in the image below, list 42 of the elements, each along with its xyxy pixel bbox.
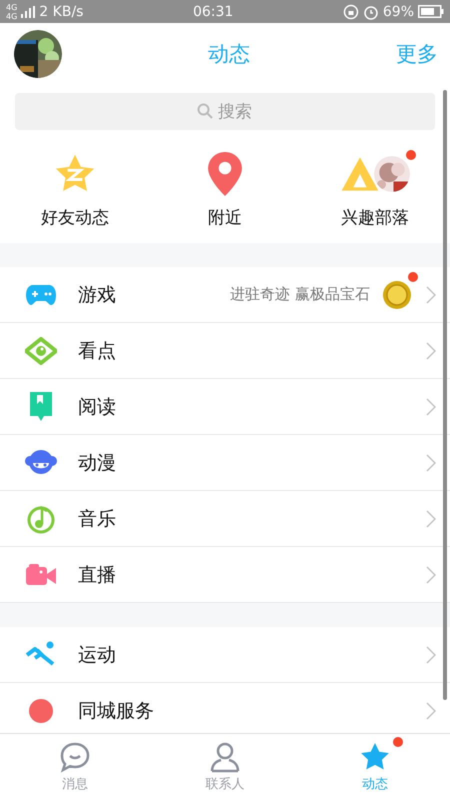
book-icon xyxy=(30,392,52,422)
row-label: 游戏 xyxy=(78,282,117,308)
eye-icon xyxy=(25,336,57,364)
search-field[interactable]: 搜索 xyxy=(15,93,435,130)
page-title: 动态 xyxy=(208,41,250,68)
speech-bubble-icon xyxy=(59,741,91,773)
music-note-icon xyxy=(26,504,56,534)
chevron-right-icon xyxy=(426,510,436,528)
rotation-lock-icon xyxy=(342,4,359,20)
chevron-right-icon xyxy=(426,566,436,584)
row-label: 阅读 xyxy=(78,394,117,420)
row-label: 看点 xyxy=(78,338,117,364)
alarm-icon xyxy=(362,4,379,20)
balloon-icon xyxy=(28,698,54,724)
location-pin-icon xyxy=(207,152,243,196)
row-label: 同城服务 xyxy=(78,698,155,724)
running-figure-icon xyxy=(25,640,57,668)
chevron-right-icon xyxy=(426,398,436,416)
gamepad-icon xyxy=(26,284,56,306)
clock: 06:31 xyxy=(192,4,234,20)
chevron-right-icon xyxy=(426,454,436,472)
shortcut-item[interactable]: 好友动态 xyxy=(0,148,150,243)
chevron-right-icon xyxy=(426,702,436,720)
row-label: 动漫 xyxy=(78,450,117,476)
chevron-right-icon xyxy=(426,342,436,360)
network-speed: 2 KB/s xyxy=(39,4,84,20)
chevron-right-icon xyxy=(426,286,436,304)
video-camera-icon xyxy=(26,564,56,586)
coin-icon xyxy=(382,280,412,310)
signal-icon xyxy=(21,6,36,18)
row-label: 音乐 xyxy=(78,506,117,532)
battery-icon xyxy=(418,5,444,18)
shortcut-item[interactable]: 附近 xyxy=(150,148,300,243)
promo-text: 进驻奇迹 赢极品宝石 xyxy=(230,285,370,304)
search-icon xyxy=(197,103,213,119)
row-label: 直播 xyxy=(78,562,117,588)
row-label: 运动 xyxy=(78,642,117,668)
network-label: 4G xyxy=(6,2,18,12)
network-label: 4G xyxy=(6,12,18,20)
battery-percent: 69% xyxy=(382,4,414,20)
chevron-right-icon xyxy=(426,646,436,664)
person-icon xyxy=(209,741,241,773)
